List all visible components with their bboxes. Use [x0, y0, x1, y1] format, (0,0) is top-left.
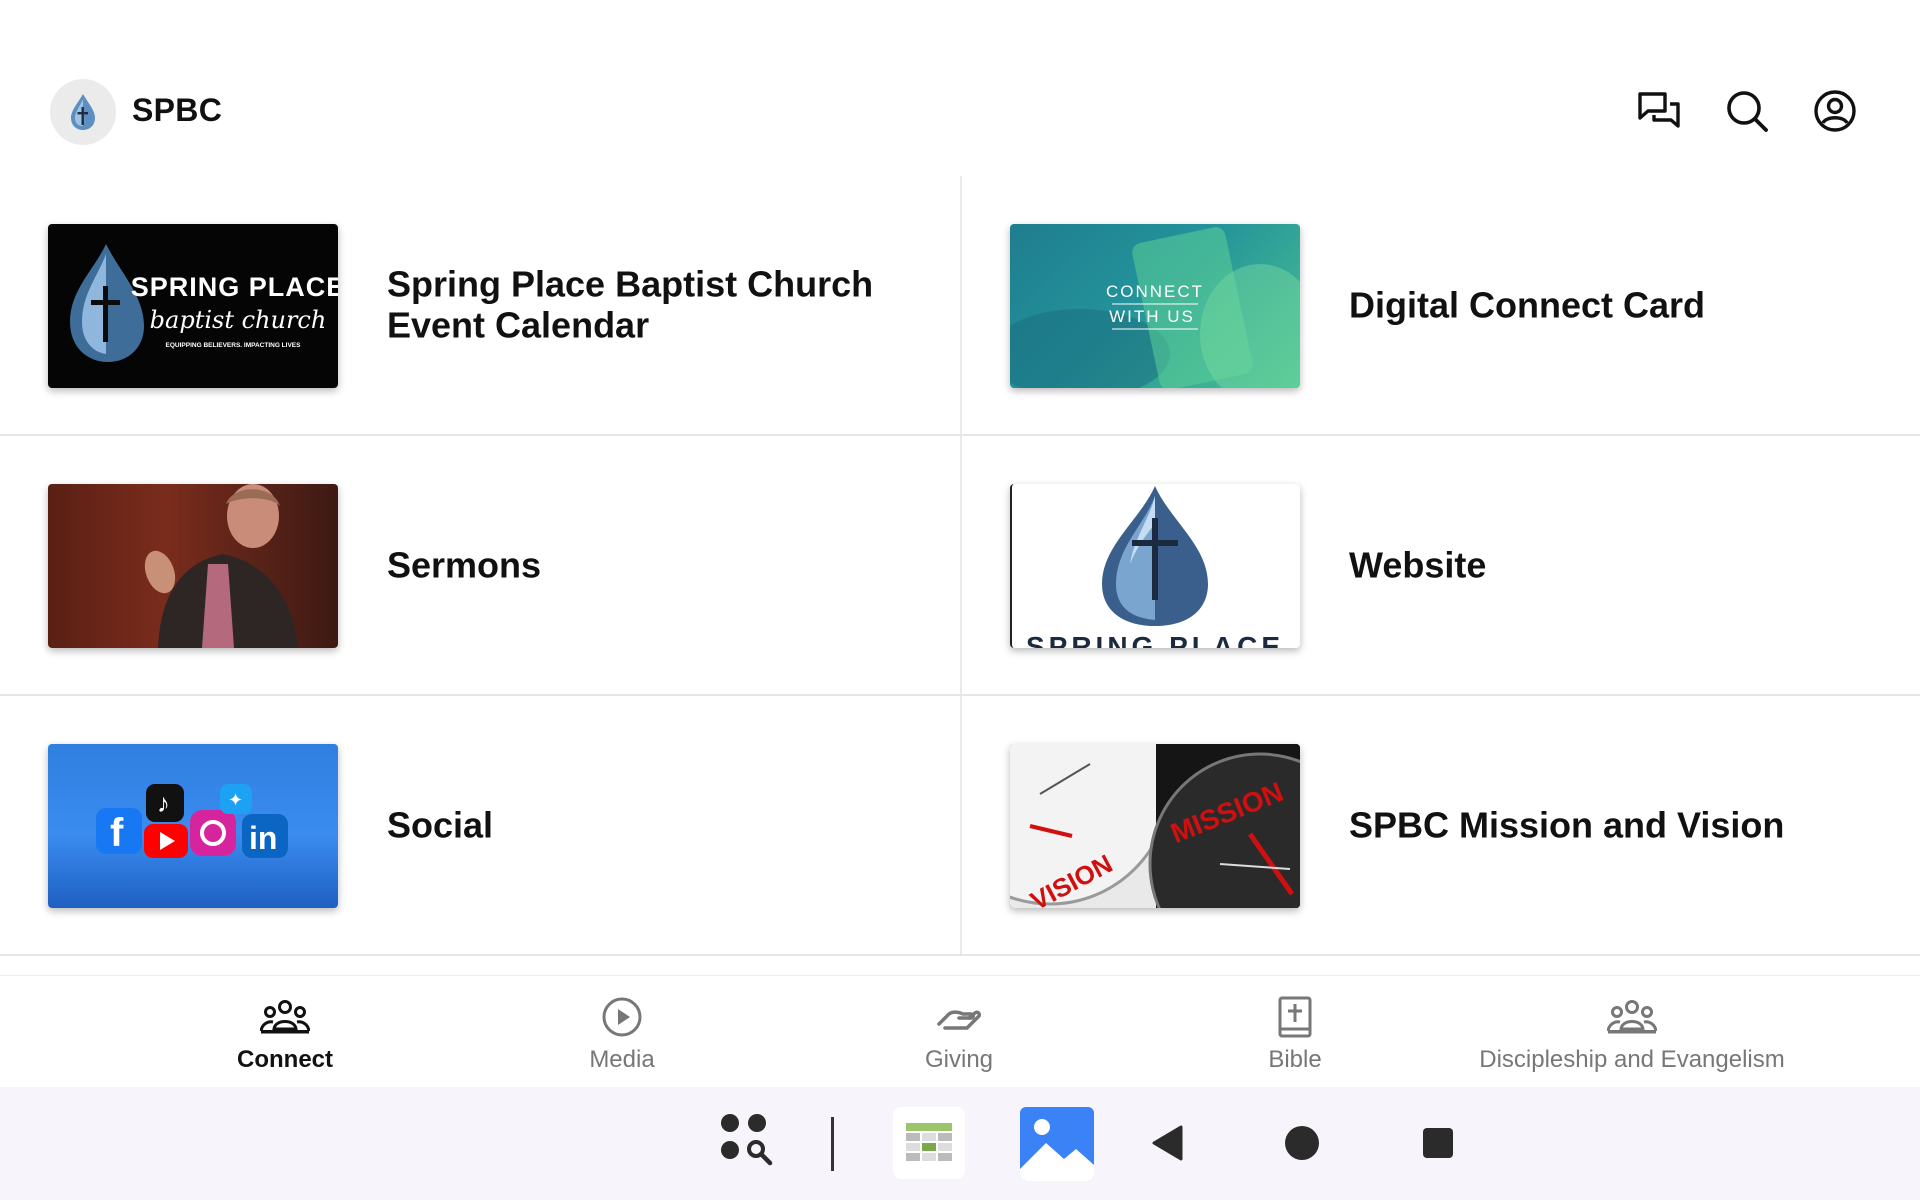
website-thumbnail: SPRING PLACE [1010, 484, 1300, 648]
thumb-brand-text: SPRING PLACE [131, 272, 338, 302]
tile-website[interactable]: SPRING PLACE Website [962, 436, 1920, 694]
recent-app-calendar[interactable] [893, 1107, 965, 1179]
home-button[interactable] [1280, 1121, 1324, 1165]
connect-card-thumbnail: CONNECT WITH US [1010, 224, 1300, 388]
svg-text:♪: ♪ [157, 788, 170, 818]
nav-label: Bible [1268, 1046, 1322, 1073]
app-header: SPBC [0, 0, 1920, 176]
account-icon [1814, 90, 1856, 132]
thumb-script-text: baptist church [150, 306, 327, 334]
separator [831, 1117, 834, 1171]
mission-vision-thumbnail: VISION MISSION [1010, 744, 1300, 908]
row-divider [0, 954, 1920, 956]
event-calendar-thumbnail: SPRING PLACE baptist church EQUIPPING BE… [48, 224, 338, 388]
play-icon [601, 994, 643, 1040]
thumb-line1: CONNECT [1106, 282, 1204, 301]
compass-graphic: VISION MISSION [1010, 744, 1300, 908]
svg-text:✦: ✦ [228, 790, 243, 810]
drop-cross-logo-icon: SPRING PLACE [1026, 486, 1284, 648]
tile-event-calendar[interactable]: SPRING PLACE baptist church EQUIPPING BE… [0, 176, 958, 434]
phone-hands-graphic: CONNECT WITH US [1010, 227, 1300, 388]
tile-mission-vision[interactable]: VISION MISSION SPBC Mission and Vision [962, 696, 1920, 954]
system-navigation-bar [0, 1087, 1920, 1200]
app-drawer-button[interactable] [716, 1109, 780, 1173]
back-triangle-icon [1152, 1125, 1183, 1161]
account-button[interactable] [1812, 88, 1858, 134]
group-icon [1607, 994, 1657, 1040]
thumb-tagline: EQUIPPING BELIEVERS. IMPACTING LIVES [166, 342, 302, 349]
tile-social[interactable]: f ♪ ✦ in Social [0, 696, 958, 954]
content-grid: SPRING PLACE baptist church EQUIPPING BE… [0, 176, 1920, 956]
giving-hand-icon [937, 994, 981, 1040]
thumb-line2: WITH US [1109, 307, 1195, 326]
nav-label: Giving [924, 1046, 994, 1073]
church-logo[interactable] [50, 79, 116, 145]
nav-media[interactable]: Media [522, 976, 722, 1088]
tile-title: Digital Connect Card [1349, 284, 1706, 326]
search-button[interactable] [1724, 88, 1770, 134]
svg-text:in: in [249, 820, 277, 856]
social-thumbnail: f ♪ ✦ in [48, 744, 338, 908]
group-icon [260, 994, 310, 1040]
preacher-graphic [144, 484, 298, 648]
tile-title: Social [387, 804, 494, 846]
back-button[interactable] [1146, 1121, 1190, 1165]
tile-title: Spring Place Baptist Church Event Calend… [387, 263, 874, 346]
nav-label: Connect [237, 1046, 333, 1073]
drop-cross-logo-icon [71, 94, 95, 130]
tile-digital-connect-card[interactable]: CONNECT WITH US Digital Connect Card [962, 176, 1920, 434]
tile-title: SPBC Mission and Vision [1349, 804, 1785, 846]
chat-icon [1638, 92, 1680, 128]
nav-connect[interactable]: Connect [185, 976, 385, 1088]
bible-icon [1277, 994, 1313, 1040]
tile-title: Website [1349, 544, 1487, 586]
search-icon [1727, 91, 1768, 132]
drop-cross-logo-icon: SPRING PLACE baptist church EQUIPPING BE… [70, 244, 338, 362]
nav-label: Discipleship and Evangelism [1479, 1046, 1785, 1073]
nav-giving[interactable]: Giving [859, 976, 1059, 1088]
gallery-icon [1020, 1119, 1094, 1181]
svg-text:f: f [110, 811, 124, 855]
bottom-navigation: Connect Media Giving Bible Discipleship … [0, 975, 1920, 1087]
home-circle-icon [1285, 1126, 1319, 1160]
sermons-thumbnail [48, 484, 338, 648]
spreadsheet-app-icon [906, 1123, 952, 1161]
social-logos-graphic: f ♪ ✦ in [96, 784, 288, 858]
app-search-icon [721, 1114, 773, 1166]
chat-button[interactable] [1636, 88, 1682, 134]
recents-square-icon [1423, 1128, 1453, 1158]
nav-discipleship-evangelism[interactable]: Discipleship and Evangelism [1432, 976, 1832, 1088]
tile-sermons[interactable]: Sermons [0, 436, 958, 694]
thumb-brand-text: SPRING PLACE [1026, 631, 1284, 648]
nav-label: Media [589, 1046, 655, 1073]
nav-bible[interactable]: Bible [1195, 976, 1395, 1088]
recents-button[interactable] [1416, 1121, 1460, 1165]
tile-title: Sermons [387, 544, 542, 586]
recent-app-gallery[interactable] [1020, 1107, 1094, 1181]
app-title: SPBC [132, 92, 223, 128]
